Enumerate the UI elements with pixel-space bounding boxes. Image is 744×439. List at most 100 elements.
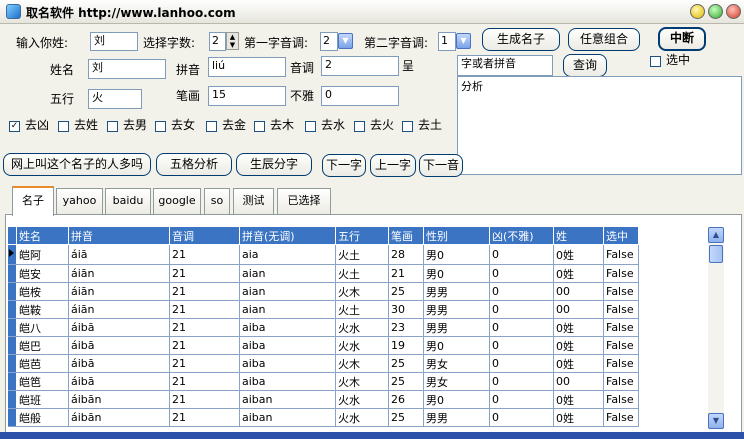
- tone-field[interactable]: 2: [321, 56, 399, 76]
- table-cell[interactable]: áiā: [68, 244, 170, 265]
- table-cell[interactable]: 男0: [423, 336, 490, 355]
- table-cell[interactable]: aian: [239, 264, 336, 283]
- query-input[interactable]: 字或者拼音: [457, 55, 553, 76]
- column-header[interactable]: 凶(不雅): [489, 227, 554, 245]
- table-cell[interactable]: 火木: [335, 354, 389, 373]
- table-cell[interactable]: 23: [388, 318, 424, 337]
- tab-selected[interactable]: 已选择: [277, 188, 331, 214]
- scroll-thumb[interactable]: [709, 245, 723, 263]
- filter-checkbox-surname[interactable]: [58, 121, 69, 132]
- table-cell[interactable]: 男0: [423, 244, 490, 265]
- surname-input[interactable]: 刘: [90, 32, 138, 51]
- table-cell[interactable]: 男男: [423, 300, 490, 319]
- table-cell[interactable]: áiān: [68, 300, 170, 319]
- query-button[interactable]: 查询: [563, 54, 607, 77]
- table-cell[interactable]: False: [603, 300, 639, 319]
- table-cell[interactable]: 火水: [335, 318, 389, 337]
- selected-checkbox[interactable]: [650, 56, 661, 67]
- table-cell[interactable]: 26: [388, 390, 424, 409]
- row-indicator[interactable]: [8, 244, 17, 265]
- table-cell[interactable]: 21: [169, 282, 240, 301]
- table-cell[interactable]: 0: [489, 244, 554, 265]
- tab-names[interactable]: 名子: [12, 186, 54, 216]
- filter-checkbox-female[interactable]: [155, 121, 166, 132]
- table-cell[interactable]: 皑笆: [16, 372, 69, 391]
- close-button[interactable]: [726, 4, 741, 19]
- online-count-button[interactable]: 网上叫这个名子的人多吗: [3, 153, 151, 176]
- prev-char-button[interactable]: 上一字: [370, 154, 416, 177]
- column-header[interactable]: 性别: [423, 227, 490, 245]
- table-cell[interactable]: 21: [169, 318, 240, 337]
- count-stepper-arrows[interactable]: ▲ ▼: [226, 32, 239, 50]
- table-cell[interactable]: 21: [169, 264, 240, 283]
- table-cell[interactable]: 男男: [423, 282, 490, 301]
- second-tone-chevron-down-icon[interactable]: ▼: [456, 33, 471, 49]
- filter-checkbox-earth[interactable]: [402, 121, 413, 132]
- column-header[interactable]: 姓名: [16, 227, 69, 245]
- table-cell[interactable]: 男0: [423, 390, 490, 409]
- table-cell[interactable]: False: [603, 354, 639, 373]
- table-cell[interactable]: 25: [388, 408, 424, 427]
- tab-baidu[interactable]: baidu: [105, 188, 151, 214]
- table-cell[interactable]: 男0: [423, 264, 490, 283]
- table-cell[interactable]: 火土: [335, 264, 389, 283]
- row-indicator[interactable]: [8, 318, 17, 337]
- table-cell[interactable]: aiban: [239, 408, 336, 427]
- table-cell[interactable]: 0姓: [553, 244, 604, 265]
- scroll-up-icon[interactable]: ▲: [708, 227, 724, 243]
- table-cell[interactable]: 皑阿: [16, 244, 69, 265]
- table-cell[interactable]: aiban: [239, 390, 336, 409]
- stop-button[interactable]: 中断: [658, 27, 706, 51]
- table-cell[interactable]: 21: [169, 390, 240, 409]
- table-cell[interactable]: 皑鞍: [16, 300, 69, 319]
- table-cell[interactable]: 30: [388, 300, 424, 319]
- table-cell[interactable]: aiba: [239, 372, 336, 391]
- table-cell[interactable]: 21: [169, 372, 240, 391]
- filter-checkbox-wood[interactable]: [254, 121, 265, 132]
- names-grid[interactable]: 姓名 拼音 音调 拼音(无调) 五行 笔画 性别 凶(不雅) 姓 选中 皑阿 ái…: [8, 227, 708, 429]
- table-row[interactable]: 皑芭 áibā 21 aiba 火木 25 男女 0 0姓 False: [8, 354, 639, 373]
- table-cell[interactable]: 25: [388, 372, 424, 391]
- table-cell[interactable]: aiba: [239, 318, 336, 337]
- table-cell[interactable]: 0: [489, 336, 554, 355]
- row-indicator[interactable]: [8, 336, 17, 355]
- generate-names-button[interactable]: 生成名子: [482, 28, 560, 51]
- table-cell[interactable]: False: [603, 244, 639, 265]
- table-cell[interactable]: áibān: [68, 408, 170, 427]
- table-cell[interactable]: 21: [169, 300, 240, 319]
- table-cell[interactable]: 男女: [423, 372, 490, 391]
- table-cell[interactable]: 0: [489, 372, 554, 391]
- table-cell[interactable]: 21: [169, 408, 240, 427]
- maximize-button[interactable]: [708, 4, 723, 19]
- table-cell[interactable]: 00: [553, 300, 604, 319]
- table-cell[interactable]: 0: [489, 408, 554, 427]
- table-cell[interactable]: 皑安: [16, 264, 69, 283]
- table-cell[interactable]: 火水: [335, 336, 389, 355]
- tab-so[interactable]: so: [204, 188, 230, 214]
- table-cell[interactable]: 21: [169, 354, 240, 373]
- table-row[interactable]: 皑笆 áibā 21 aiba 火木 25 男女 0 00 False: [8, 372, 639, 391]
- filter-checkbox-fire[interactable]: [354, 121, 365, 132]
- minimize-button[interactable]: [690, 4, 705, 19]
- table-cell[interactable]: False: [603, 318, 639, 337]
- table-cell[interactable]: 男男: [423, 318, 490, 337]
- column-header[interactable]: 拼音: [68, 227, 170, 245]
- vertical-scrollbar[interactable]: ▲ ▼: [708, 227, 724, 429]
- table-cell[interactable]: 00: [553, 282, 604, 301]
- indecent-field[interactable]: 0: [321, 86, 399, 106]
- table-cell[interactable]: áibā: [68, 372, 170, 391]
- table-cell[interactable]: 0姓: [553, 408, 604, 427]
- table-cell[interactable]: 皑芭: [16, 354, 69, 373]
- table-cell[interactable]: False: [603, 372, 639, 391]
- column-header[interactable]: 拼音(无调): [239, 227, 336, 245]
- table-cell[interactable]: 0姓: [553, 390, 604, 409]
- table-cell[interactable]: áiān: [68, 282, 170, 301]
- table-cell[interactable]: 火土: [335, 244, 389, 265]
- table-cell[interactable]: áiān: [68, 264, 170, 283]
- table-cell[interactable]: 00: [553, 372, 604, 391]
- filter-checkbox-male[interactable]: [107, 121, 118, 132]
- table-cell[interactable]: 0: [489, 354, 554, 373]
- name-field[interactable]: 刘: [88, 59, 166, 79]
- table-cell[interactable]: aia: [239, 244, 336, 265]
- column-header[interactable]: 选中: [603, 227, 639, 245]
